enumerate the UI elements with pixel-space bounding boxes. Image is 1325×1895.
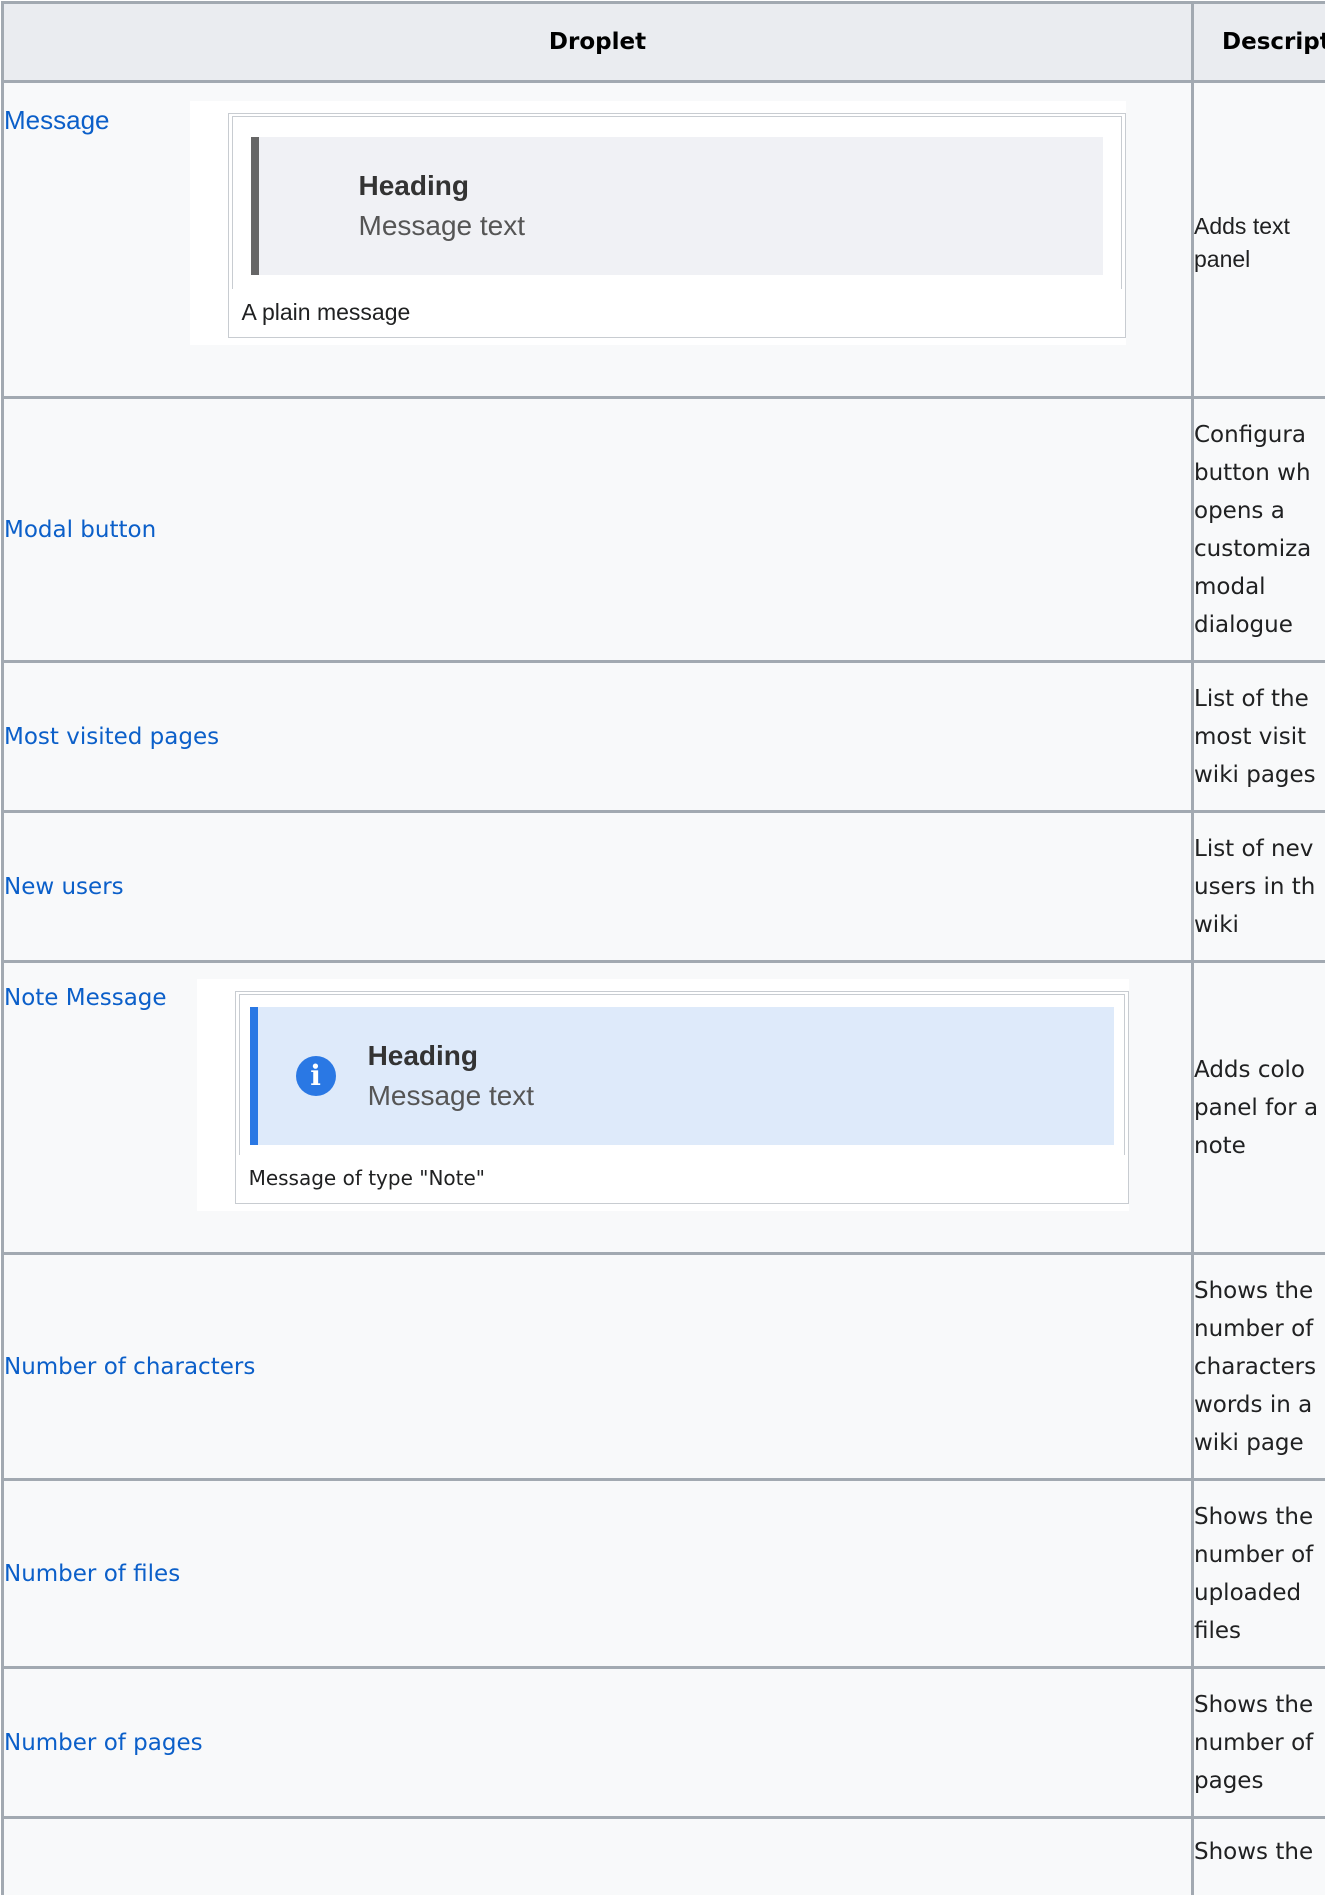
table-row: Number of pages Shows the number of page… <box>1 1666 1325 1819</box>
description-line: uploaded <box>1194 1579 1302 1606</box>
message-text: Message text <box>358 210 526 241</box>
droplet-link-number-of-characters[interactable]: Number of characters <box>4 1354 255 1380</box>
description-cell: Configura button wh opens a customiza mo… <box>1191 396 1325 663</box>
description-line: wiki <box>1194 911 1239 938</box>
figure-frame: Heading Message text A plain message <box>227 113 1126 338</box>
droplet-link-number-of-files[interactable]: Number of files <box>4 1561 180 1587</box>
droplet-cell: Number of characters <box>1 1252 1194 1481</box>
figure-preview: i Heading Message text <box>238 994 1125 1155</box>
droplet-table-container: Droplet Descript Message Heading Message… <box>0 0 1325 1895</box>
header-description[interactable]: Descript <box>1191 1 1325 83</box>
figure-caption: Message of type "Note" <box>248 1166 485 1190</box>
description-line: wiki pages <box>1194 761 1316 788</box>
droplet-link-most-visited-pages[interactable]: Most visited pages <box>4 724 219 750</box>
droplet-cell: New users <box>1 810 1194 963</box>
description-line: files <box>1194 1617 1242 1644</box>
description-line: note <box>1194 1132 1246 1159</box>
description-line: button wh <box>1194 459 1311 486</box>
message-heading: Heading <box>367 1040 479 1071</box>
droplet-cell: Note Message i Heading Message text Mess… <box>1 960 1194 1255</box>
description-cell: Shows the number of pages <box>1191 1666 1325 1819</box>
description-line: number of <box>1194 1541 1314 1568</box>
plain-message-panel: Heading Message text <box>250 137 1103 275</box>
droplet-cell: Most visited pages <box>1 660 1194 813</box>
description-line: number of <box>1194 1729 1314 1756</box>
description-line: Shows the <box>1194 1503 1314 1530</box>
table-row: Number of characters Shows the number of… <box>1 1252 1325 1481</box>
figure-thumbnail: Heading Message text A plain message <box>189 101 1126 345</box>
table-row: Most visited pages List of the most visi… <box>1 660 1325 813</box>
description-line: customiza <box>1194 535 1312 562</box>
description-line: pages <box>1194 1767 1264 1794</box>
description-line: most visit <box>1194 723 1307 750</box>
description-cell: Adds colo panel for a note <box>1191 960 1325 1255</box>
description-cell: Shows the number of characters words in … <box>1191 1252 1325 1481</box>
description-line: Adds colo <box>1194 1056 1306 1083</box>
description-line: List of the <box>1194 685 1309 712</box>
droplet-link-message[interactable]: Message <box>4 101 110 139</box>
description-line: Shows the <box>1194 1277 1314 1304</box>
table-row: Note Message i Heading Message text Mess… <box>1 960 1325 1255</box>
description-line: panel <box>1194 245 1251 272</box>
description-line: number of <box>1194 1315 1314 1342</box>
droplet-cell: Message Heading Message text A plain mes… <box>1 80 1194 399</box>
droplet-table: Droplet Descript Message Heading Message… <box>1 1 1325 1895</box>
table-row: Message Heading Message text A plain mes… <box>1 80 1325 399</box>
description-cell: List of the most visit wiki pages <box>1191 660 1325 813</box>
figure-thumbnail: i Heading Message text Message of type "… <box>196 979 1129 1211</box>
message-text: Message text <box>367 1080 535 1111</box>
description-line: Configura <box>1194 421 1306 448</box>
figure-preview: Heading Message text <box>231 116 1122 289</box>
figure-caption: A plain message <box>241 299 411 325</box>
description-line: Adds text <box>1194 212 1290 239</box>
description-line: wiki page <box>1194 1429 1304 1456</box>
description-line: dialogue <box>1194 611 1293 638</box>
droplet-cell: Number of pages <box>1 1666 1194 1819</box>
header-droplet[interactable]: Droplet <box>1 1 1194 83</box>
description-line: users in th <box>1194 873 1316 900</box>
droplet-cell: Modal button <box>1 396 1194 663</box>
droplet-link-number-of-pages[interactable]: Number of pages <box>4 1730 203 1756</box>
info-icon: i <box>295 1056 336 1096</box>
description-line: panel for a <box>1194 1094 1319 1121</box>
table-row: Number of files Shows the number of uplo… <box>1 1478 1325 1669</box>
droplet-cell: Number of files <box>1 1478 1194 1669</box>
description-line: Shows the <box>1194 1839 1314 1865</box>
droplet-link-new-users[interactable]: New users <box>4 874 124 900</box>
description-cell: Adds text panel <box>1191 80 1325 399</box>
droplet-link-note-message[interactable]: Note Message <box>4 979 167 1017</box>
droplet-cell <box>1 1816 1194 1895</box>
table-header-row: Droplet Descript <box>1 1 1325 83</box>
note-message-panel: i Heading Message text <box>249 1007 1114 1145</box>
description-line: Shows the <box>1194 1691 1314 1718</box>
description-cell: Shows the number of uploaded files <box>1191 1478 1325 1669</box>
description-line: words in a <box>1194 1391 1313 1418</box>
description-line: characters <box>1194 1353 1317 1380</box>
table-row: Shows the <box>1 1816 1325 1895</box>
description-cell: List of nev users in th wiki <box>1191 810 1325 963</box>
description-line: List of nev <box>1194 835 1314 862</box>
message-heading: Heading <box>358 170 469 201</box>
description-line: opens a <box>1194 497 1285 524</box>
figure-frame: i Heading Message text Message of type "… <box>234 991 1129 1204</box>
description-cell: Shows the <box>1191 1816 1325 1895</box>
description-line: modal <box>1194 573 1266 600</box>
table-row: New users List of nev users in th wiki <box>1 810 1325 963</box>
table-row: Modal button Configura button wh opens a… <box>1 396 1325 663</box>
droplet-link-modal-button[interactable]: Modal button <box>4 517 156 543</box>
